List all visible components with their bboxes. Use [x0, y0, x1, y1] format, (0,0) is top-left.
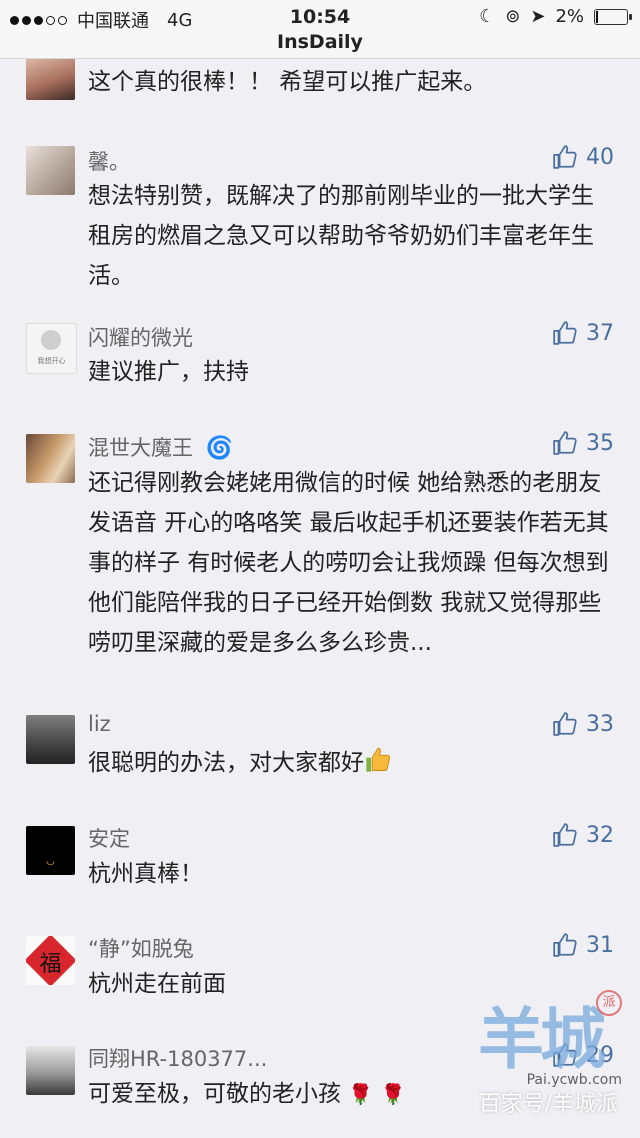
like-count: 40 — [586, 144, 614, 170]
avatar[interactable] — [26, 146, 75, 195]
commenter-name-text: 混世大魔王 — [88, 436, 193, 460]
rose-emoji-icon: 🌹 — [380, 1082, 406, 1106]
comment-text-content: 很聪明的办法，对大家都好 — [88, 750, 364, 776]
like-button[interactable]: 32 — [552, 822, 614, 848]
comment-text: 很聪明的办法，对大家都好 — [88, 743, 616, 783]
commenter-name[interactable]: liz — [88, 712, 111, 736]
comment-text: 杭州走在前面 — [88, 971, 226, 997]
status-icons: ☾ ⊚ ➤ 2% — [479, 6, 632, 27]
comment-text: 还记得刚教会姥姥用微信的时候 她给熟悉的老朋友发语音 开心的咯咯笑 最后收起手机… — [88, 470, 609, 656]
thumbs-up-icon — [553, 933, 577, 957]
app-title: InsDaily — [277, 31, 363, 53]
like-count: 29 — [586, 1042, 614, 1068]
like-count: 33 — [586, 711, 614, 737]
thumbs-up-icon — [553, 712, 577, 736]
avatar[interactable] — [26, 434, 75, 483]
comment-text: 建议推广，扶持 — [88, 359, 249, 385]
swirl-badge-icon: 🌀 — [205, 436, 234, 461]
avatar-caption: 我想开心 — [37, 357, 66, 365]
comment-text: 这个真的很棒！！ 希望可以推广起来。 — [88, 69, 487, 95]
avatar[interactable]: 我想开心 — [26, 323, 77, 374]
like-button[interactable]: 31 — [552, 932, 614, 958]
thumbs-up-emoji-icon — [366, 747, 391, 772]
commenter-name[interactable]: 馨。 — [88, 146, 130, 176]
avatar[interactable] — [26, 59, 75, 100]
avatar[interactable] — [26, 1046, 75, 1095]
comment-feed[interactable]: 这个真的很棒！！ 希望可以推广起来。 馨。 40 想法特别赞，既解决了的那前刚毕… — [0, 59, 640, 1138]
like-count: 32 — [586, 822, 614, 848]
thumbs-up-icon — [553, 145, 577, 169]
status-bar: 中国联通 4G 10:54 InsDaily ☾ ⊚ ➤ 2% — [0, 0, 640, 59]
like-count: 31 — [586, 932, 614, 958]
avatar[interactable] — [26, 715, 75, 764]
watermark-footer: 百家号/羊城派 — [478, 1092, 618, 1117]
thumbs-up-icon — [553, 1043, 577, 1067]
commenter-name[interactable]: “静”如脱兔 — [88, 933, 194, 963]
commenter-name[interactable]: 安定 — [88, 823, 130, 853]
like-button[interactable]: 29 — [552, 1042, 614, 1068]
thumbs-up-icon — [553, 321, 577, 345]
comment-text: 杭州真棒！ — [88, 861, 203, 887]
rose-emoji-icon: 🌹 — [348, 1082, 374, 1106]
moon-icon: ☾ — [479, 6, 496, 27]
thumbs-up-icon — [553, 431, 577, 455]
thumbs-up-icon — [553, 823, 577, 847]
like-button[interactable]: 40 — [552, 144, 614, 170]
like-button[interactable]: 33 — [552, 711, 614, 737]
battery-percent: 2% — [555, 6, 584, 27]
location-icon: ➤ — [530, 6, 546, 27]
battery-icon — [594, 8, 632, 25]
like-button[interactable]: 35 — [552, 430, 614, 456]
comment-text: 想法特别赞，既解决了的那前刚毕业的一批大学生租房的燃眉之急又可以帮助爷爷奶奶们丰… — [88, 183, 594, 289]
commenter-name[interactable]: 闪耀的微光 — [88, 322, 193, 352]
like-count: 37 — [586, 320, 614, 346]
like-count: 35 — [586, 430, 614, 456]
comment-text-content: 可爱至极，可敬的老小孩 — [88, 1081, 341, 1107]
commenter-name[interactable]: 混世大魔王 🌀 — [88, 432, 233, 462]
avatar-caption: 福 — [39, 952, 62, 977]
avatar[interactable]: ◡ — [26, 826, 75, 875]
avatar[interactable]: 福 — [26, 936, 75, 985]
commenter-name[interactable]: 同翔HR-180377... — [88, 1043, 267, 1073]
like-button[interactable]: 37 — [552, 320, 614, 346]
rotation-lock-icon: ⊚ — [505, 6, 521, 27]
